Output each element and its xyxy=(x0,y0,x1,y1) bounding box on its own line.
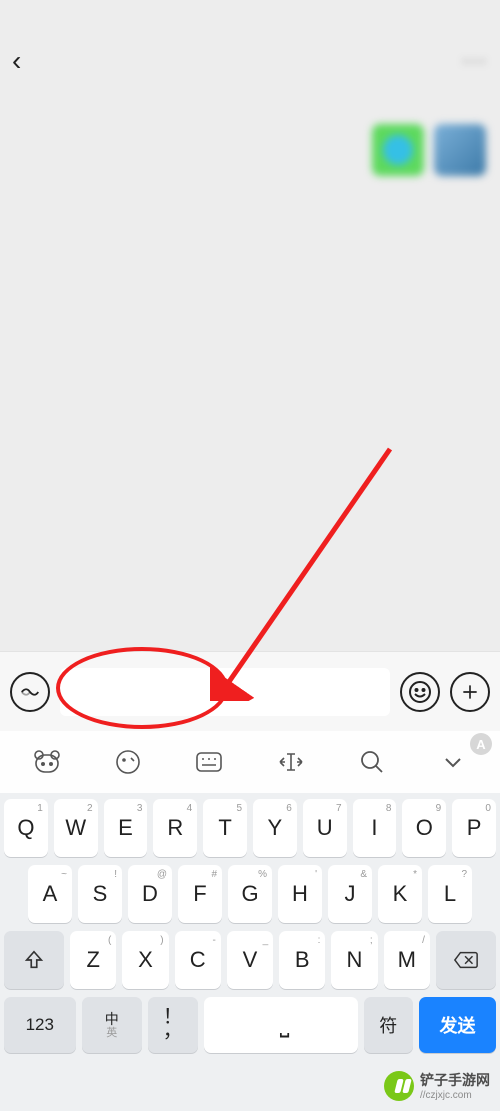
message-input[interactable] xyxy=(60,668,390,716)
key-h[interactable]: 'H xyxy=(278,865,322,923)
emoji-icon[interactable] xyxy=(400,672,440,712)
punctuation-key[interactable]: ！ ， xyxy=(148,997,198,1053)
message-row xyxy=(0,110,500,176)
key-g[interactable]: %G xyxy=(228,865,272,923)
key-v[interactable]: _V xyxy=(227,931,273,989)
key-f[interactable]: #F xyxy=(178,865,222,923)
plus-icon[interactable] xyxy=(450,672,490,712)
space-key[interactable]: ⎵ xyxy=(204,997,358,1053)
nav-bar: ‹ ··· xyxy=(0,34,500,88)
keyboard-layout-icon[interactable] xyxy=(190,743,228,781)
chevron-down-icon[interactable] xyxy=(434,743,472,781)
key-n[interactable]: ;N xyxy=(331,931,377,989)
ai-badge[interactable]: A xyxy=(470,733,492,755)
key-i[interactable]: 8I xyxy=(353,799,397,857)
key-w[interactable]: 2W xyxy=(54,799,98,857)
key-c[interactable]: -C xyxy=(175,931,221,989)
watermark-text: 铲子手游网 xyxy=(420,1070,490,1090)
keyboard-row-3: (Z )X -C _V :B ;N /M xyxy=(4,931,496,989)
keyboard-row-2: ~A !S @D #F %G 'H &J *K ?L xyxy=(4,865,496,923)
compose-bar xyxy=(0,651,500,731)
more-button[interactable]: ··· xyxy=(462,50,488,73)
voice-input-icon[interactable] xyxy=(10,672,50,712)
shift-key[interactable] xyxy=(4,931,64,989)
key-e[interactable]: 3E xyxy=(104,799,148,857)
key-m[interactable]: /M xyxy=(384,931,430,989)
key-d[interactable]: @D xyxy=(128,865,172,923)
backspace-key[interactable] xyxy=(436,931,496,989)
key-z[interactable]: (Z xyxy=(70,931,116,989)
cursor-move-icon[interactable] xyxy=(272,743,310,781)
key-o[interactable]: 9O xyxy=(402,799,446,857)
key-t[interactable]: 5T xyxy=(203,799,247,857)
avatar[interactable] xyxy=(434,124,486,176)
keyboard-toolbar: A xyxy=(0,731,500,793)
status-bar xyxy=(0,0,500,34)
keyboard-row-4: 123 中 英 ！ ， ⎵ 符 发送 xyxy=(4,997,496,1053)
chat-date xyxy=(0,88,500,110)
back-button[interactable]: ‹ xyxy=(12,45,21,77)
message-bubble[interactable] xyxy=(372,124,424,176)
key-p[interactable]: 0P xyxy=(452,799,496,857)
key-q[interactable]: 1Q xyxy=(4,799,48,857)
key-j[interactable]: &J xyxy=(328,865,372,923)
baidu-bear-icon[interactable] xyxy=(28,743,66,781)
key-s[interactable]: !S xyxy=(78,865,122,923)
send-button[interactable]: 发送 xyxy=(419,997,496,1053)
keyboard-rows: 1Q 2W 3E 4R 5T 6Y 7U 8I 9O 0P ~A !S @D #… xyxy=(0,793,500,1111)
numeric-key[interactable]: 123 xyxy=(4,997,76,1053)
keyboard: A 1Q 2W 3E 4R 5T 6Y 7U 8I 9O 0P ~A !S @D… xyxy=(0,731,500,1111)
key-l[interactable]: ?L xyxy=(428,865,472,923)
key-u[interactable]: 7U xyxy=(303,799,347,857)
key-k[interactable]: *K xyxy=(378,865,422,923)
key-b[interactable]: :B xyxy=(279,931,325,989)
emoji-panel-icon[interactable] xyxy=(109,743,147,781)
key-x[interactable]: )X xyxy=(122,931,168,989)
watermark-icon xyxy=(384,1071,414,1101)
key-y[interactable]: 6Y xyxy=(253,799,297,857)
key-r[interactable]: 4R xyxy=(153,799,197,857)
keyboard-row-1: 1Q 2W 3E 4R 5T 6Y 7U 8I 9O 0P xyxy=(4,799,496,857)
chat-area[interactable] xyxy=(0,88,500,651)
symbols-key[interactable]: 符 xyxy=(364,997,414,1053)
search-icon[interactable] xyxy=(353,743,391,781)
watermark: 铲子手游网 //czjxjc.com xyxy=(384,1070,490,1101)
language-toggle-key[interactable]: 中 英 xyxy=(82,997,143,1053)
key-a[interactable]: ~A xyxy=(28,865,72,923)
watermark-url: //czjxjc.com xyxy=(420,1090,490,1101)
